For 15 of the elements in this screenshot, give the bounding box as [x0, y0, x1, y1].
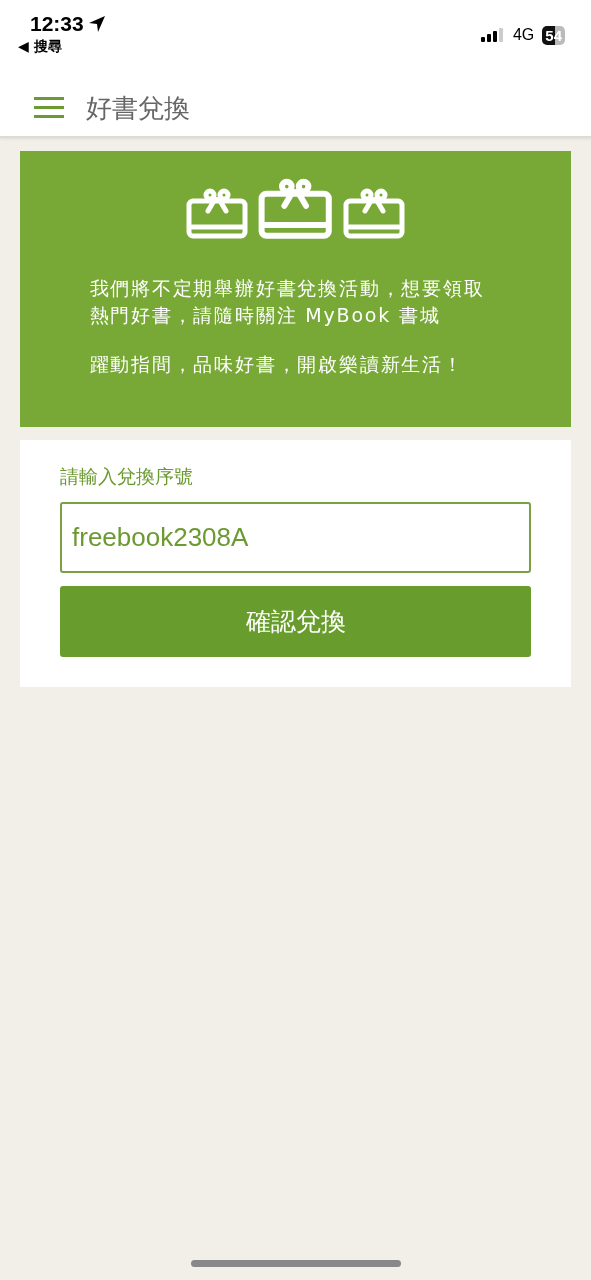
banner-text: 我們將不定期舉辦好書兌換活動，想要領取熱門好書，請隨時關注 MyBook 書城 [89, 276, 486, 329]
back-link[interactable]: ◀ 搜尋 [18, 38, 106, 56]
location-arrow-icon [87, 15, 106, 33]
menu-icon[interactable] [34, 97, 64, 119]
banner-text: 躍動指間，品味好書，開啟樂讀新生活！ [89, 352, 465, 378]
gift-icon [186, 187, 249, 240]
page-title: 好書兌換 [86, 91, 190, 125]
field-label: 請輸入兌換序號 [60, 464, 194, 489]
confirm-button[interactable]: 確認兌換 [60, 586, 531, 657]
gift-icon [258, 177, 333, 240]
network-label: 4G [512, 26, 535, 44]
gift-icon [342, 187, 405, 240]
clock-time: 12:33 [30, 12, 84, 36]
signal-icon [480, 28, 505, 42]
code-input-field[interactable]: freebook2308A [60, 502, 531, 573]
